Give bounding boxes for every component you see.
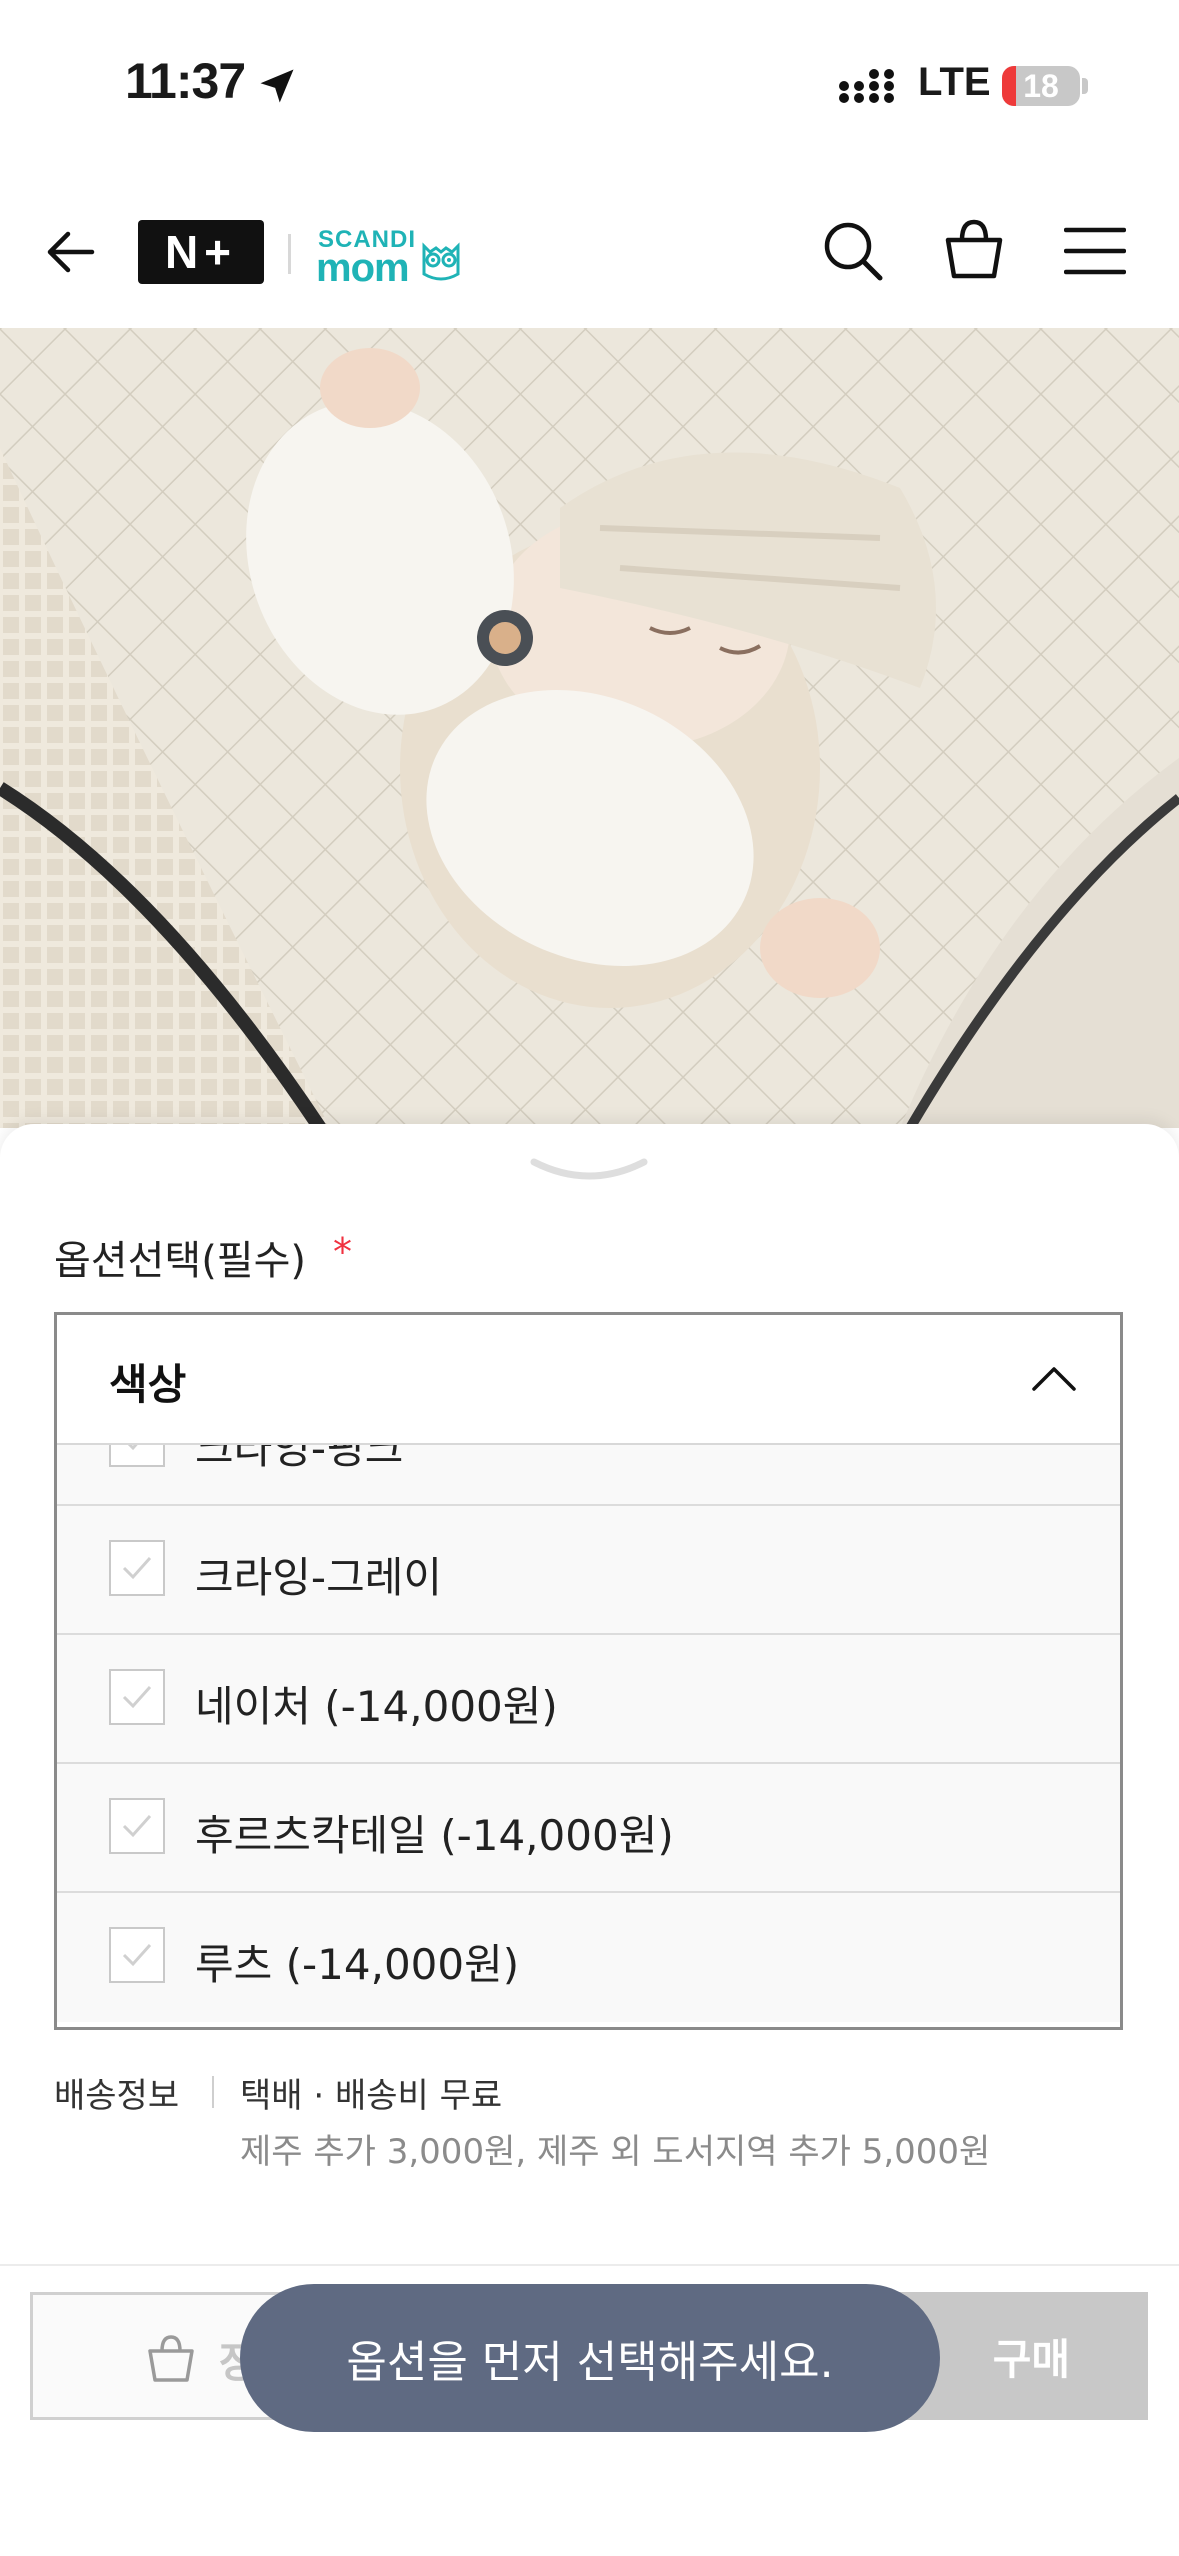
battery-nub [1082, 78, 1088, 94]
option-item[interactable]: 후르츠칵테일 (-14,000원) [57, 1764, 1120, 1893]
toast-text: 옵션을 먼저 선택해주세요. [346, 2337, 834, 2388]
delivery-info-label: 배송정보 [54, 2076, 180, 2116]
select-header-label: 색상 [109, 1360, 187, 1409]
sheet-collapse-handle-icon[interactable] [528, 1154, 650, 1188]
scandimom-logo[interactable]: SCANDI mom [316, 226, 466, 290]
product-photo [0, 328, 1179, 1128]
option-list: 크라잉-핑크 크라잉-그레이 네이처 (-14,000원) 후르츠칵테일 (-1… [57, 1377, 1120, 2022]
location-arrow-icon [260, 69, 294, 103]
buy-now-label: 구매 [992, 2335, 1070, 2384]
product-image [0, 328, 1179, 1128]
color-select-dropdown[interactable]: 색상 크라잉-핑크 크라잉-그레이 네이처 (-14,000원) 후르츠칵테일 … [54, 1312, 1123, 2030]
delivery-extra-fee-note: 제주 추가 3,000원, 제주 외 도서지역 추가 5,000원 [240, 2132, 991, 2172]
signal-strength-icon [839, 69, 894, 103]
logo-divider [288, 234, 291, 274]
chevron-up-icon[interactable] [1030, 1355, 1078, 1403]
option-item[interactable]: 루츠 (-14,000원) [57, 1893, 1120, 2022]
option-label: 후르츠칵테일 (-14,000원) [195, 1811, 674, 1860]
option-item[interactable]: 크라잉-그레이 [57, 1506, 1120, 1635]
owl-icon [422, 242, 460, 281]
shopping-bag-icon [148, 2335, 194, 2382]
select-header[interactable]: 색상 [57, 1315, 1120, 1445]
option-label: 크라잉-그레이 [195, 1553, 442, 1602]
checkbox[interactable] [109, 1669, 165, 1725]
delivery-divider [212, 2076, 214, 2108]
option-section-title: 옵션선택(필수) [54, 1238, 307, 1284]
toast-message: 옵션을 먼저 선택해주세요. [240, 2284, 940, 2432]
checkmark-icon [122, 1943, 152, 1967]
status-time: 11:37 [125, 53, 246, 109]
checkmark-icon [122, 1685, 152, 1709]
checkmark-icon [122, 1814, 152, 1838]
hamburger-menu-icon[interactable] [1064, 226, 1126, 276]
network-type: LTE [918, 60, 991, 104]
back-arrow-icon[interactable] [42, 224, 98, 280]
shopping-bag-icon[interactable] [942, 216, 1006, 282]
brand-logo-bottom-text: mom [316, 246, 410, 290]
required-mark: * [333, 1230, 352, 1274]
checkbox[interactable] [109, 1927, 165, 1983]
naver-plus-logo[interactable]: N+ [138, 220, 264, 284]
checkmark-icon [122, 1556, 152, 1580]
battery-percent: 18 [1023, 68, 1059, 104]
divider [0, 2264, 1179, 2266]
delivery-method: 택배 · 배송비 무료 [240, 2076, 503, 2116]
checkbox[interactable] [109, 1540, 165, 1596]
search-icon[interactable] [820, 218, 886, 284]
option-label: 루츠 (-14,000원) [195, 1940, 520, 1989]
option-label: 네이처 (-14,000원) [195, 1682, 558, 1731]
status-bar: 11:37 LTE 18 [0, 0, 1179, 170]
top-navigation: N+ SCANDI mom [0, 190, 1179, 328]
battery-icon: 18 [1002, 66, 1080, 106]
checkbox[interactable] [109, 1798, 165, 1854]
option-item[interactable]: 네이처 (-14,000원) [57, 1635, 1120, 1764]
